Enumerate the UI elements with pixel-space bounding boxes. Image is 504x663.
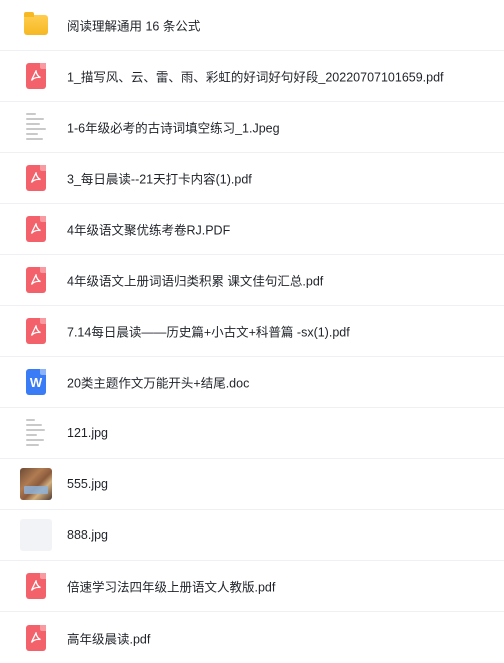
- pdf-icon: [20, 60, 52, 92]
- file-name: 20类主题作文万能开头+结尾.doc: [67, 376, 250, 391]
- file-name: 倍速学习法四年级上册语文人教版.pdf: [67, 580, 276, 595]
- image-thumbnail-icon: [20, 110, 52, 144]
- pdf-icon: [20, 162, 52, 194]
- image-thumbnail-icon: [20, 416, 52, 450]
- file-name: 888.jpg: [67, 528, 109, 542]
- list-item[interactable]: W 20类主题作文万能开头+结尾.doc: [0, 357, 504, 408]
- pdf-icon: [20, 622, 52, 654]
- pdf-icon: [20, 264, 52, 296]
- list-item[interactable]: 7.14每日晨读——历史篇+小古文+科普篇 -sx(1).pdf: [0, 306, 504, 357]
- list-item[interactable]: 555.jpg: [0, 459, 504, 510]
- list-item[interactable]: 4年级语文上册词语归类积累 课文佳句汇总.pdf: [0, 255, 504, 306]
- pdf-icon: [20, 315, 52, 347]
- photo-thumbnail-icon: [20, 468, 52, 500]
- file-list: 阅读理解通用 16 条公式 1_描写风、云、雷、雨、彩虹的好词好句好段_2022…: [0, 0, 504, 663]
- list-item[interactable]: 1-6年级必考的古诗词填空练习_1.Jpeg: [0, 102, 504, 153]
- list-item[interactable]: 阅读理解通用 16 条公式: [0, 0, 504, 51]
- file-name: 121.jpg: [67, 426, 109, 440]
- pdf-icon: [20, 213, 52, 245]
- file-name: 3_每日晨读--21天打卡内容(1).pdf: [67, 172, 252, 187]
- blank-thumbnail-icon: [20, 519, 52, 551]
- file-name: 阅读理解通用 16 条公式: [67, 19, 201, 34]
- pdf-icon: [20, 570, 52, 602]
- list-item[interactable]: 倍速学习法四年级上册语文人教版.pdf: [0, 561, 504, 612]
- file-name: 1-6年级必考的古诗词填空练习_1.Jpeg: [67, 121, 280, 136]
- list-item[interactable]: 888.jpg: [0, 510, 504, 561]
- file-name: 高年级晨读.pdf: [67, 632, 151, 646]
- file-name: 4年级语文上册词语归类积累 课文佳句汇总.pdf: [67, 274, 324, 289]
- file-name: 7.14每日晨读——历史篇+小古文+科普篇 -sx(1).pdf: [67, 325, 350, 340]
- file-name: 1_描写风、云、雷、雨、彩虹的好词好句好段_20220707101659.pdf: [67, 70, 444, 85]
- list-item[interactable]: 高年级晨读.pdf: [0, 612, 504, 663]
- file-name: 555.jpg: [67, 477, 109, 491]
- list-item[interactable]: 3_每日晨读--21天打卡内容(1).pdf: [0, 153, 504, 204]
- list-item[interactable]: 4年级语文聚优练考卷RJ.PDF: [0, 204, 504, 255]
- folder-icon: [20, 9, 52, 41]
- list-item[interactable]: 121.jpg: [0, 408, 504, 459]
- word-doc-icon: W: [20, 366, 52, 398]
- file-name: 4年级语文聚优练考卷RJ.PDF: [67, 223, 231, 238]
- list-item[interactable]: 1_描写风、云、雷、雨、彩虹的好词好句好段_20220707101659.pdf: [0, 51, 504, 102]
